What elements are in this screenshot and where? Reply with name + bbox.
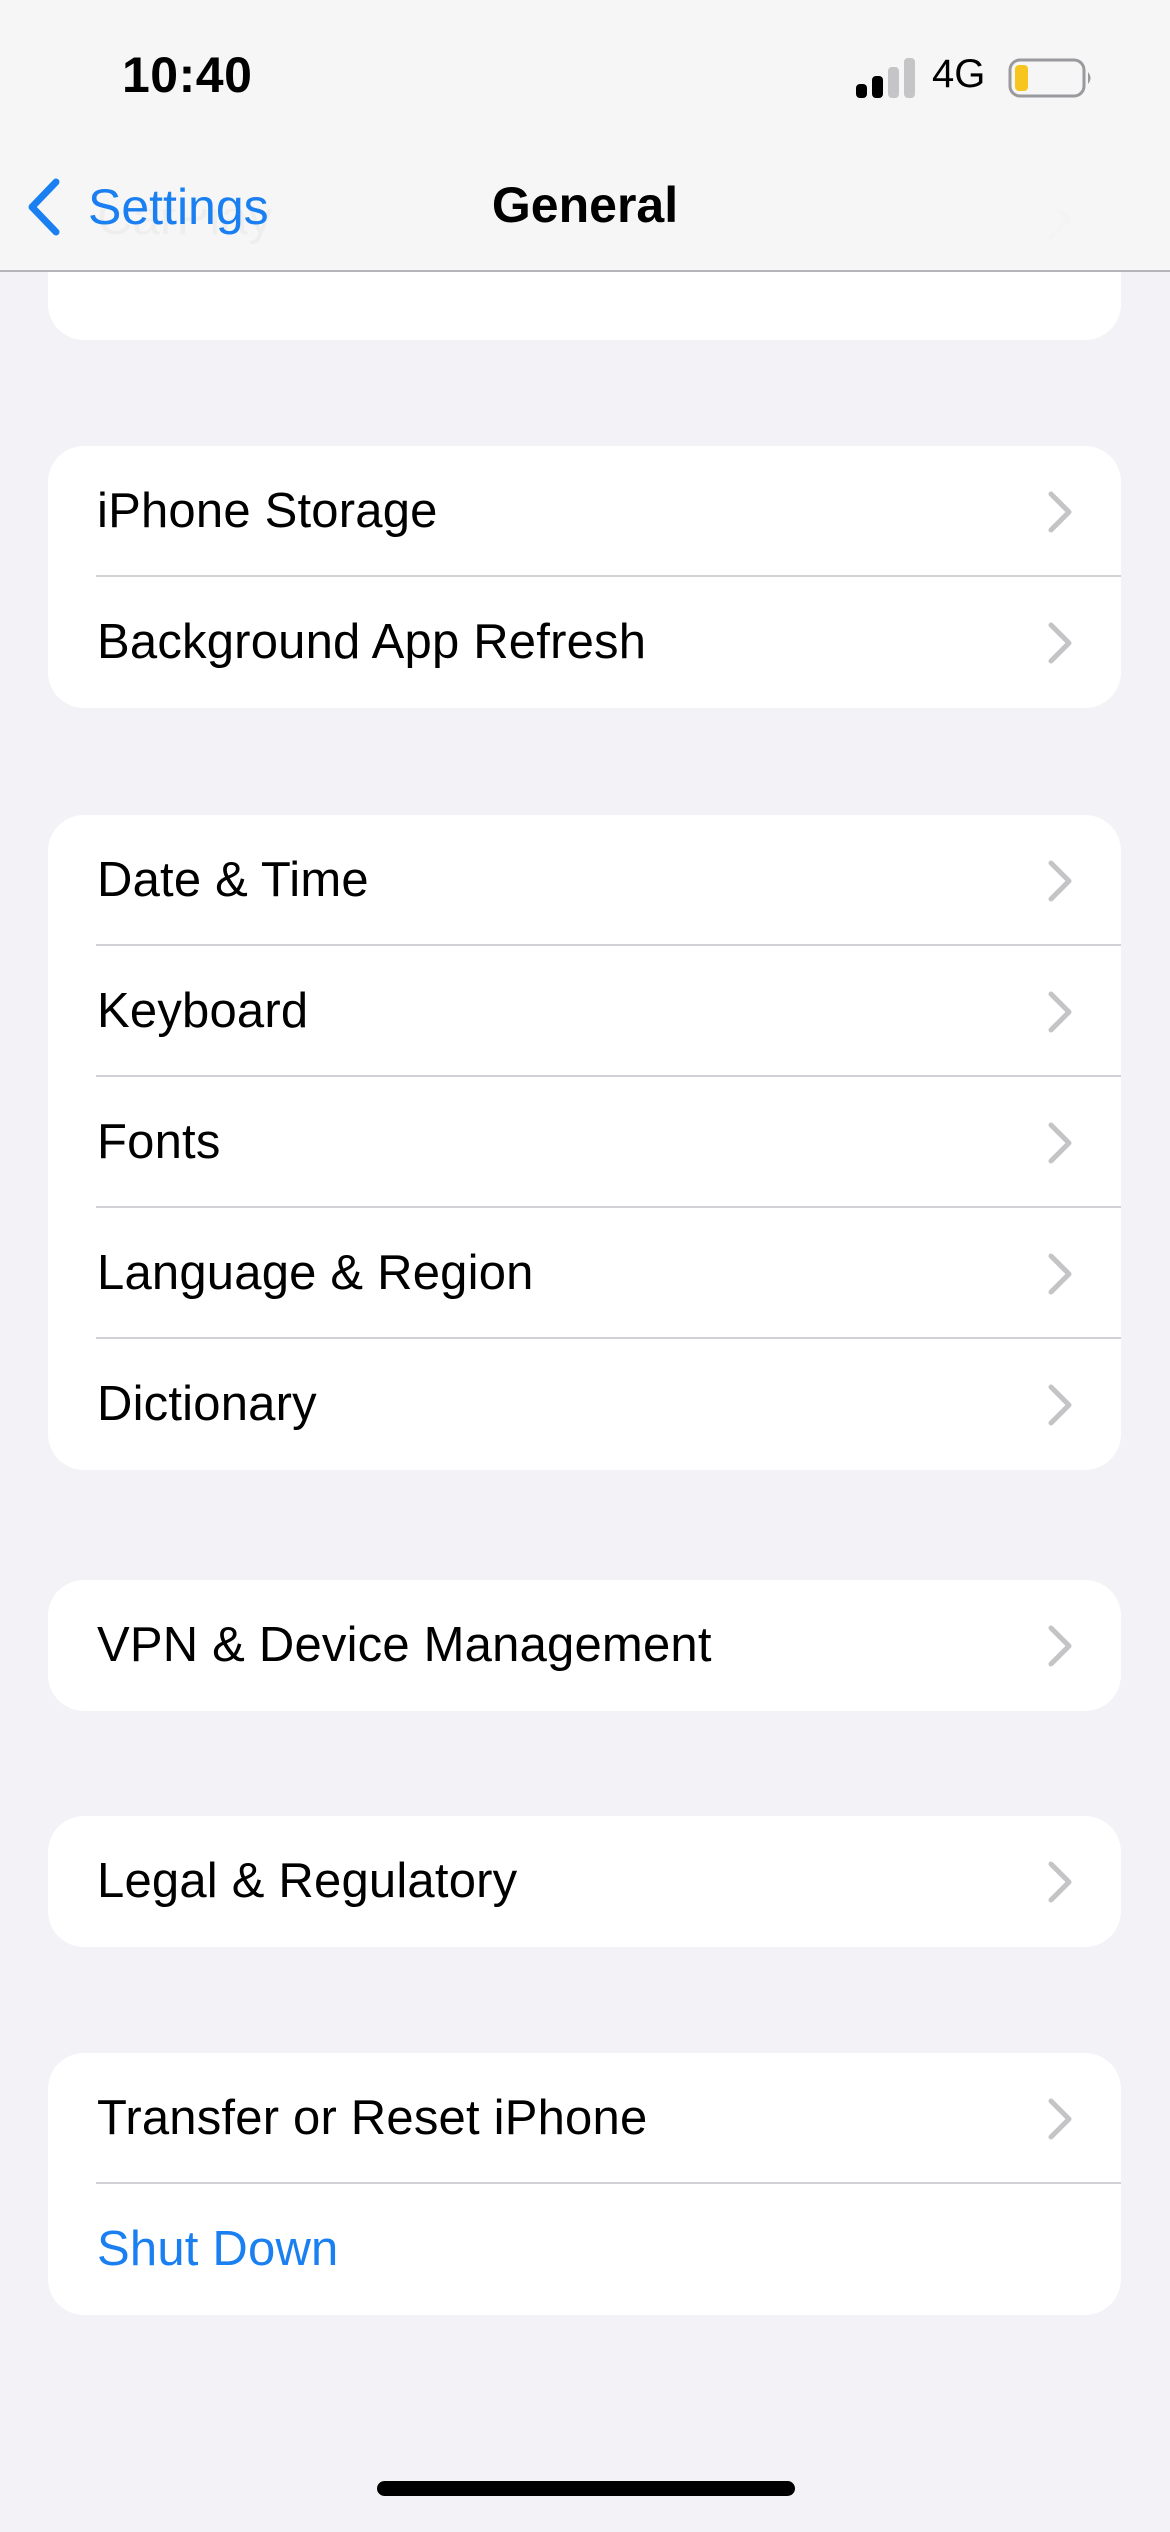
signal-bar — [904, 58, 915, 98]
signal-bar — [872, 76, 883, 98]
group-legal: Legal & Regulatory — [48, 1816, 1121, 1947]
row-iphone-storage[interactable]: iPhone Storage — [48, 446, 1121, 577]
cellular-signal-icon — [856, 58, 915, 98]
shut-down-button[interactable]: Shut Down — [48, 2184, 1121, 2315]
row-keyboard[interactable]: Keyboard — [48, 946, 1121, 1077]
row-label: Fonts — [97, 1115, 221, 1169]
status-time: 10:40 — [122, 47, 253, 103]
row-label: Shut Down — [97, 2222, 339, 2276]
row-label: Language & Region — [97, 1246, 534, 1300]
network-type: 4G — [932, 52, 986, 96]
row-label: Keyboard — [97, 984, 309, 1038]
chevron-right-icon — [1048, 860, 1072, 901]
group-vpn: VPN & Device Management — [48, 1580, 1121, 1711]
settings-list[interactable]: CarPlay iPhone Storage Background App Re… — [0, 0, 1170, 2532]
chevron-right-icon — [1048, 491, 1072, 532]
row-label: VPN & Device Management — [97, 1618, 712, 1672]
battery-level — [1015, 65, 1028, 91]
row-vpn-device-management[interactable]: VPN & Device Management — [48, 1580, 1121, 1711]
group-reset: Transfer or Reset iPhone Shut Down — [48, 2053, 1121, 2315]
row-label: Transfer or Reset iPhone — [97, 2091, 648, 2145]
row-transfer-reset[interactable]: Transfer or Reset iPhone — [48, 2053, 1121, 2184]
group-locale: Date & Time Keyboard Fonts Language & Re… — [48, 815, 1121, 1470]
row-date-time[interactable]: Date & Time — [48, 815, 1121, 946]
chevron-right-icon — [1048, 1861, 1072, 1902]
row-label: Dictionary — [97, 1377, 317, 1431]
row-background-app-refresh[interactable]: Background App Refresh — [48, 577, 1121, 708]
battery-icon — [1008, 58, 1091, 98]
home-indicator[interactable] — [377, 2481, 795, 2496]
signal-bar — [856, 84, 867, 98]
chevron-right-icon — [1048, 1253, 1072, 1294]
row-label: Date & Time — [97, 853, 369, 907]
row-fonts[interactable]: Fonts — [48, 1077, 1121, 1208]
group-storage: iPhone Storage Background App Refresh — [48, 446, 1121, 708]
chevron-right-icon — [1048, 622, 1072, 663]
page-title: General — [491, 177, 679, 233]
row-language-region[interactable]: Language & Region — [48, 1208, 1121, 1339]
chevron-right-icon — [1048, 1122, 1072, 1163]
row-label: Legal & Regulatory — [97, 1854, 518, 1908]
chevron-right-icon — [1048, 2098, 1072, 2139]
chevron-right-icon — [1048, 991, 1072, 1032]
navigation-bar: 10:40 4G Settings General — [0, 0, 1170, 272]
chevron-right-icon — [1048, 1384, 1072, 1425]
row-legal-regulatory[interactable]: Legal & Regulatory — [48, 1816, 1121, 1947]
row-label: iPhone Storage — [97, 484, 438, 538]
row-label: Background App Refresh — [97, 615, 647, 669]
chevron-right-icon — [1048, 1625, 1072, 1666]
row-dictionary[interactable]: Dictionary — [48, 1339, 1121, 1470]
signal-bar — [888, 67, 899, 98]
